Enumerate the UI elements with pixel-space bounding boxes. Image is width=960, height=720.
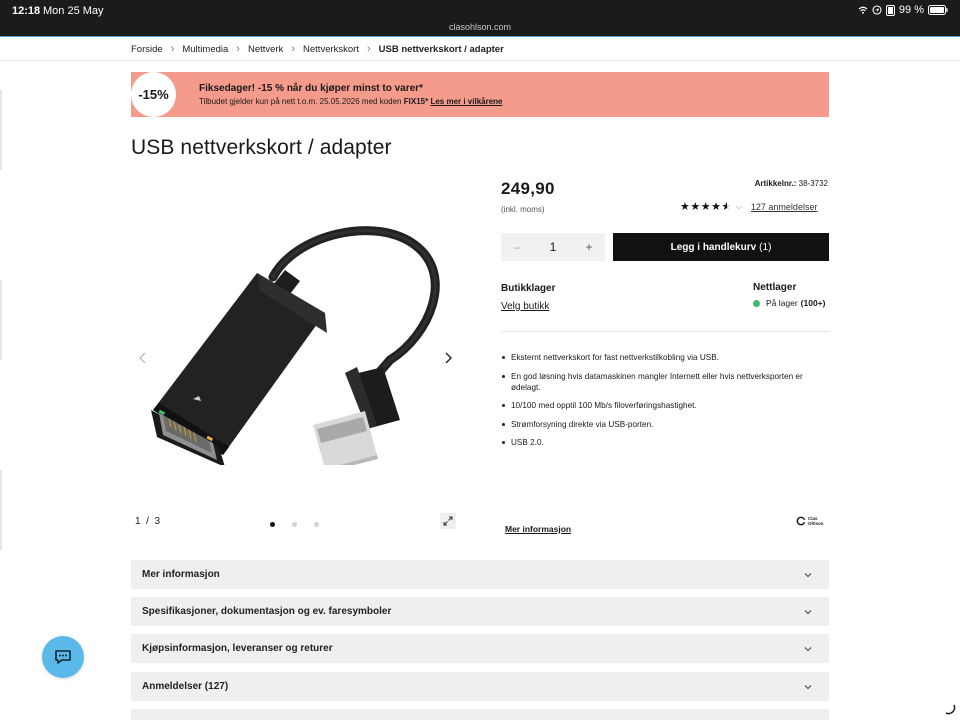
brand-name-line2: Ohlson (808, 521, 824, 526)
slide-dot-1[interactable] (270, 522, 275, 527)
slide-total: 3 (154, 516, 161, 527)
breadcrumb-network-cards[interactable]: Nettverkskort (303, 44, 359, 55)
accordion-label: Anmeldelser (127) (142, 681, 229, 692)
slide-dot-3[interactable] (314, 522, 319, 527)
discount-badge: -15% (131, 72, 176, 117)
chat-bubble-icon (55, 650, 71, 664)
page-title: USB nettverkskort / adapter (131, 136, 392, 159)
decrease-quantity-button[interactable]: – (511, 240, 523, 254)
battery-icon (928, 5, 948, 15)
expand-icon (443, 516, 453, 526)
brand-name: Clas Ohlson (808, 516, 824, 526)
fullscreen-button[interactable] (440, 513, 456, 529)
store-stock-heading: Butikklager (501, 283, 556, 294)
address-bar-url[interactable]: clasohlson.com (0, 22, 960, 32)
increase-quantity-button[interactable]: + (583, 240, 595, 254)
online-stock-heading: Nettlager (753, 282, 797, 293)
status-bar: 12:18 Mon 25 May clasohlson.com 99 % (0, 0, 960, 36)
product-gallery (131, 175, 461, 535)
chevron-down-icon (804, 646, 812, 651)
breadcrumb-home[interactable]: Forside (131, 44, 163, 55)
accordion-reviews[interactable]: Anmeldelser (127) (131, 672, 829, 701)
status-time: 12:18 (12, 5, 41, 17)
slide-dot-2[interactable] (292, 522, 297, 527)
chevron-down-icon[interactable]: ⌵ (736, 202, 742, 212)
breadcrumb-multimedia[interactable]: Multimedia (182, 44, 228, 55)
brand-logo-icon (796, 516, 806, 526)
loading-bar (0, 36, 960, 37)
product-image[interactable] (145, 215, 445, 465)
divider (501, 331, 829, 332)
feature-item: Strømforsyning direkte via USB-porten. (501, 419, 831, 430)
promo-subtitle: Tilbudet gjelder kun på nett t.o.m. 25.0… (199, 97, 503, 106)
edge-shadow (0, 470, 2, 550)
cart-count: (1) (759, 241, 772, 253)
quantity-value[interactable]: 1 (550, 240, 557, 254)
stock-count: (100+) (800, 298, 826, 308)
battery-percent: 99 % (898, 4, 924, 16)
add-to-cart-label: Legg i handlekurv (670, 241, 757, 253)
chevron-right-icon: › (366, 43, 371, 55)
promo-banner: -15% Fiksedager! -15 % når du kjøper min… (131, 72, 829, 117)
chevron-down-icon (804, 609, 812, 614)
battery-small-icon (885, 4, 895, 16)
accordion-label: Kjøpsinformasjon, leveranser og returer (142, 643, 333, 654)
chevron-right-icon: › (291, 43, 296, 55)
wifi-icon (858, 6, 868, 14)
stock-status: På lager (100+) (753, 298, 825, 308)
chevron-down-icon (804, 684, 812, 689)
slide-current: 1 (135, 516, 141, 527)
feature-item: En god løsning hvis datamaskinen mangler… (501, 371, 831, 393)
terms-link[interactable]: Les mer i vilkårene (430, 97, 502, 106)
accordion-purchase-info[interactable]: Kjøpsinformasjon, leveranser og returer (131, 634, 829, 663)
chat-button[interactable] (42, 636, 84, 678)
quantity-stepper: – 1 + (501, 233, 605, 261)
promo-title: Fiksedager! -15 % når du kjøper minst to… (199, 83, 423, 94)
promo-code: FIX15* (403, 97, 429, 106)
promo-subtitle-text: Tilbudet gjelder kun på nett t.o.m. 25.0… (199, 97, 402, 106)
accordion-partial[interactable] (131, 709, 829, 720)
breadcrumb-network[interactable]: Nettverk (248, 44, 283, 55)
feature-item: Eksternt nettverkskort for fast nettverk… (501, 352, 831, 363)
vat-note: (inkl. moms) (501, 205, 545, 214)
status-date: Mon 25 May (43, 5, 104, 17)
breadcrumb: Forside › Multimedia › Nettverk › Nettve… (131, 43, 504, 55)
accordion-more-info[interactable]: Mer informasjon (131, 560, 829, 589)
accordion-label: Mer informasjon (142, 569, 220, 580)
product-price: 249,90 (501, 179, 555, 198)
rating-stars[interactable]: ★★★★★★ (680, 200, 732, 213)
chevron-right-icon: › (236, 43, 240, 55)
divider (0, 60, 960, 61)
article-label: Artikkelnr.: (754, 179, 797, 188)
chevron-down-icon (804, 572, 812, 577)
stock-status-text: På lager (766, 298, 798, 308)
choose-store-link[interactable]: Velg butikk (501, 301, 549, 312)
accordion-specifications[interactable]: Spesifikasjoner, dokumentasjon og ev. fa… (131, 597, 829, 626)
add-to-cart-button[interactable]: Legg i handlekurv (1) (613, 233, 829, 261)
slide-dots (270, 522, 319, 527)
in-stock-icon (753, 299, 760, 307)
edge-shadow (0, 90, 2, 170)
article-value: 38-3732 (798, 179, 828, 188)
loading-spinner-icon (945, 704, 956, 715)
reviews-link[interactable]: 127 anmeldelser (751, 202, 818, 212)
feature-item: USB 2.0. (501, 437, 831, 448)
more-info-link[interactable]: Mer informasjon (505, 524, 571, 534)
accordion-label: Spesifikasjoner, dokumentasjon og ev. fa… (142, 606, 392, 617)
feature-list: Eksternt nettverkskort for fast nettverk… (501, 352, 831, 456)
slide-counter: 1 / 3 (135, 516, 160, 527)
feature-item: 10/100 med opptil 100 Mb/s filoverføring… (501, 400, 831, 411)
edge-shadow (0, 280, 2, 360)
article-number: Artikkelnr.: 38-3732 (755, 179, 828, 188)
product-rating: ★★★★★★ ⌵ 127 anmeldelser (680, 200, 817, 213)
breadcrumb-current: USB nettverkskort / adapter (378, 43, 504, 55)
slide-separator: / (146, 516, 149, 527)
brand-logo: Clas Ohlson (796, 516, 824, 526)
status-icons: 99 % (858, 4, 948, 16)
chevron-right-icon: › (170, 43, 175, 55)
location-icon (872, 5, 882, 15)
